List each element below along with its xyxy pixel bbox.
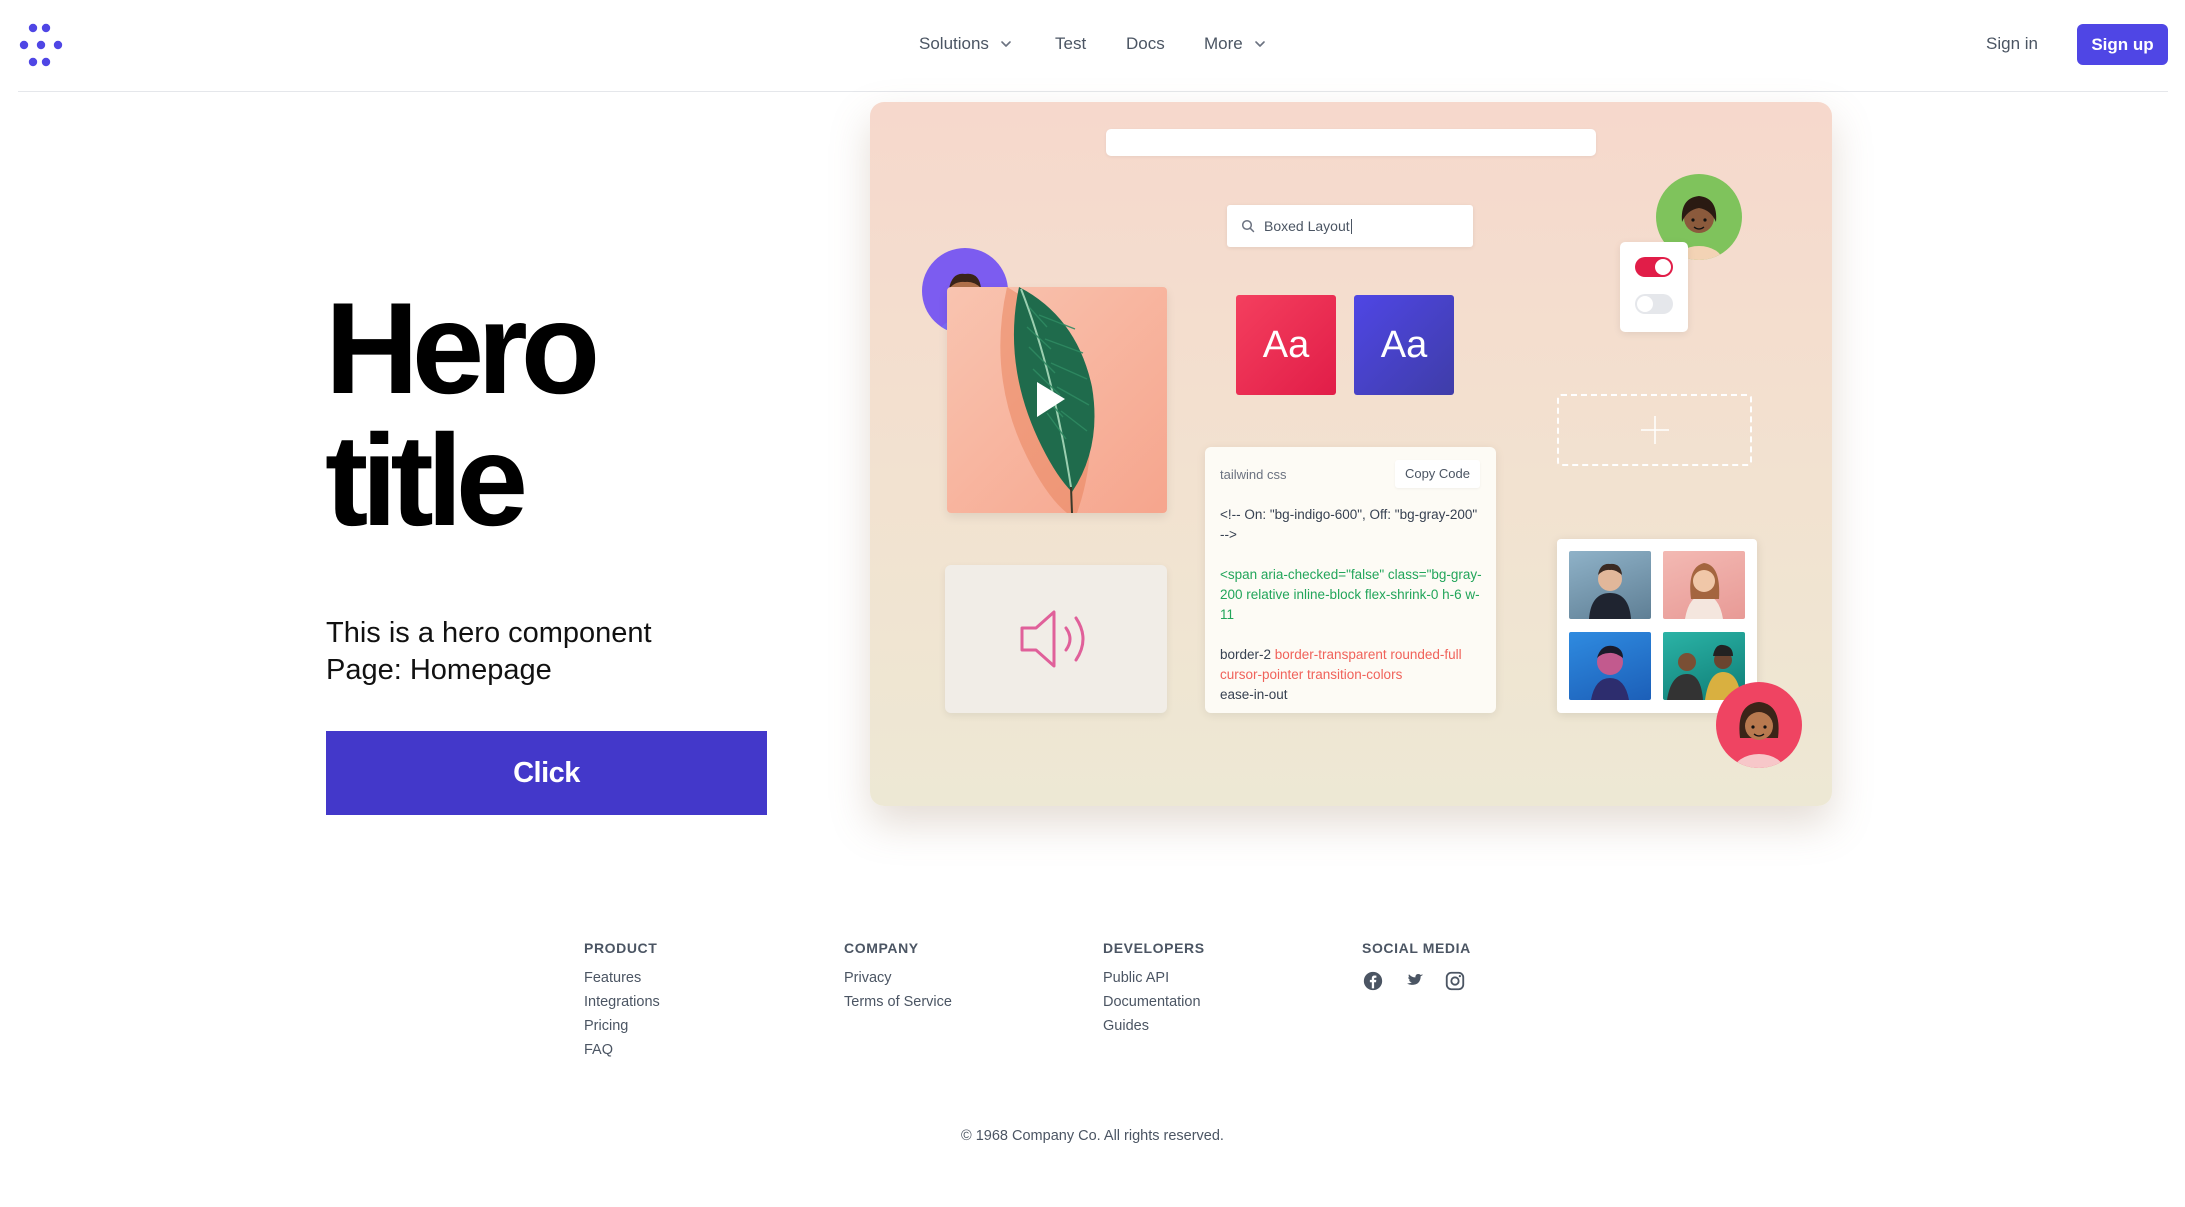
- toggle-card: [1620, 242, 1688, 332]
- footer-col-developers: DEVELOPERS Public API Documentation Guid…: [1103, 940, 1205, 1042]
- footer-col-product: PRODUCT Features Integrations Pricing FA…: [584, 940, 660, 1066]
- nav-more-label: More: [1204, 34, 1243, 53]
- speaker-icon: [1020, 610, 1085, 668]
- illustration-topbar: [1106, 129, 1596, 156]
- chevron-down-icon: [1254, 41, 1265, 47]
- nav-solutions[interactable]: Solutions: [919, 34, 1013, 54]
- footer-link-guides[interactable]: Guides: [1103, 1018, 1205, 1034]
- toggle-off: [1635, 294, 1673, 314]
- add-block-placeholder: [1557, 394, 1752, 466]
- chevron-down-icon: [1001, 41, 1011, 47]
- audio-card: [945, 565, 1167, 713]
- hero-title-line-1: Hero: [325, 275, 600, 421]
- hero-subtitle-line-1: This is a hero component: [326, 617, 652, 649]
- twitter-icon[interactable]: [1403, 970, 1425, 992]
- photo-man-blue: [1569, 632, 1651, 700]
- sign-up-button[interactable]: Sign up: [2077, 24, 2168, 65]
- copyright-text: © 1968 Company Co. All rights reserved.: [961, 1128, 1224, 1144]
- code-line-border: border-2: [1220, 647, 1275, 662]
- footer-heading-social: SOCIAL MEDIA: [1362, 940, 1471, 956]
- footer-link-pricing[interactable]: Pricing: [584, 1018, 660, 1034]
- search-icon: [1241, 219, 1255, 233]
- hero-title-line-2: title: [325, 407, 528, 553]
- font-sample-indigo: Aa: [1354, 295, 1454, 395]
- copy-code-button: Copy Code: [1394, 460, 1480, 488]
- toggle-on: [1635, 257, 1673, 277]
- photo-woman-pink: [1663, 551, 1745, 619]
- nav-more[interactable]: More: [1204, 34, 1267, 54]
- facebook-icon[interactable]: [1362, 970, 1384, 992]
- illustration-search-box: Boxed Layout: [1227, 205, 1473, 247]
- code-line-span: <span aria-checked="false" class="bg-gra…: [1220, 567, 1482, 622]
- footer-col-social: SOCIAL MEDIA: [1362, 940, 1471, 992]
- footer-heading-company: COMPANY: [844, 940, 919, 956]
- code-snippet-card: tailwind css Copy Code <!-- On: "bg-indi…: [1205, 447, 1496, 713]
- footer-link-features[interactable]: Features: [584, 970, 660, 986]
- search-box-text: Boxed Layout: [1264, 217, 1350, 234]
- code-line-comment: <!-- On: "bg-indigo-600", Off: "bg-gray-…: [1220, 507, 1481, 542]
- avatar-red: [1716, 682, 1802, 768]
- photo-man-suit: [1569, 551, 1651, 619]
- footer-link-faq[interactable]: FAQ: [584, 1042, 660, 1058]
- nav-test[interactable]: Test: [1055, 34, 1086, 54]
- footer-col-company: COMPANY Privacy Terms of Service: [844, 940, 952, 1018]
- hero-cta-button[interactable]: Click: [326, 731, 767, 815]
- code-line-classes: border-2 border-transparent rounded-full…: [1220, 645, 1485, 705]
- code-language-label: tailwind css: [1220, 467, 1287, 482]
- font-sample-red: Aa: [1236, 295, 1336, 395]
- hero-subtitle-line-2: Page: Homepage: [326, 654, 552, 686]
- plus-icon: [1640, 416, 1669, 444]
- nav-solutions-label: Solutions: [919, 34, 989, 53]
- footer-link-integrations[interactable]: Integrations: [584, 994, 660, 1010]
- instagram-icon[interactable]: [1444, 970, 1466, 992]
- site-header: Solutions Test Docs More Sign in Sign up: [18, 0, 2168, 92]
- photo-grid-card: [1557, 539, 1757, 713]
- nav-docs[interactable]: Docs: [1126, 34, 1165, 54]
- nav-docs-label: Docs: [1126, 34, 1165, 53]
- code-line-ease: ease-in-out: [1220, 687, 1288, 702]
- video-thumbnail: [947, 287, 1167, 513]
- hero-illustration: Boxed Layout Aa Aa tailwind css Copy Cod…: [870, 102, 1832, 806]
- footer-link-documentation[interactable]: Documentation: [1103, 994, 1205, 1010]
- hero-title: Hero title: [325, 275, 600, 553]
- hero-subtitle: This is a hero component Page: Homepage: [326, 615, 652, 689]
- footer-link-terms[interactable]: Terms of Service: [844, 994, 952, 1010]
- footer-heading-product: PRODUCT: [584, 940, 658, 956]
- footer-link-privacy[interactable]: Privacy: [844, 970, 952, 986]
- footer-link-public-api[interactable]: Public API: [1103, 970, 1205, 986]
- nav-test-label: Test: [1055, 34, 1087, 53]
- footer-heading-developers: DEVELOPERS: [1103, 940, 1205, 956]
- social-links: [1362, 970, 1471, 992]
- main-nav: Solutions Test Docs More: [18, 0, 2168, 92]
- sign-in-link[interactable]: Sign in: [1986, 34, 2038, 54]
